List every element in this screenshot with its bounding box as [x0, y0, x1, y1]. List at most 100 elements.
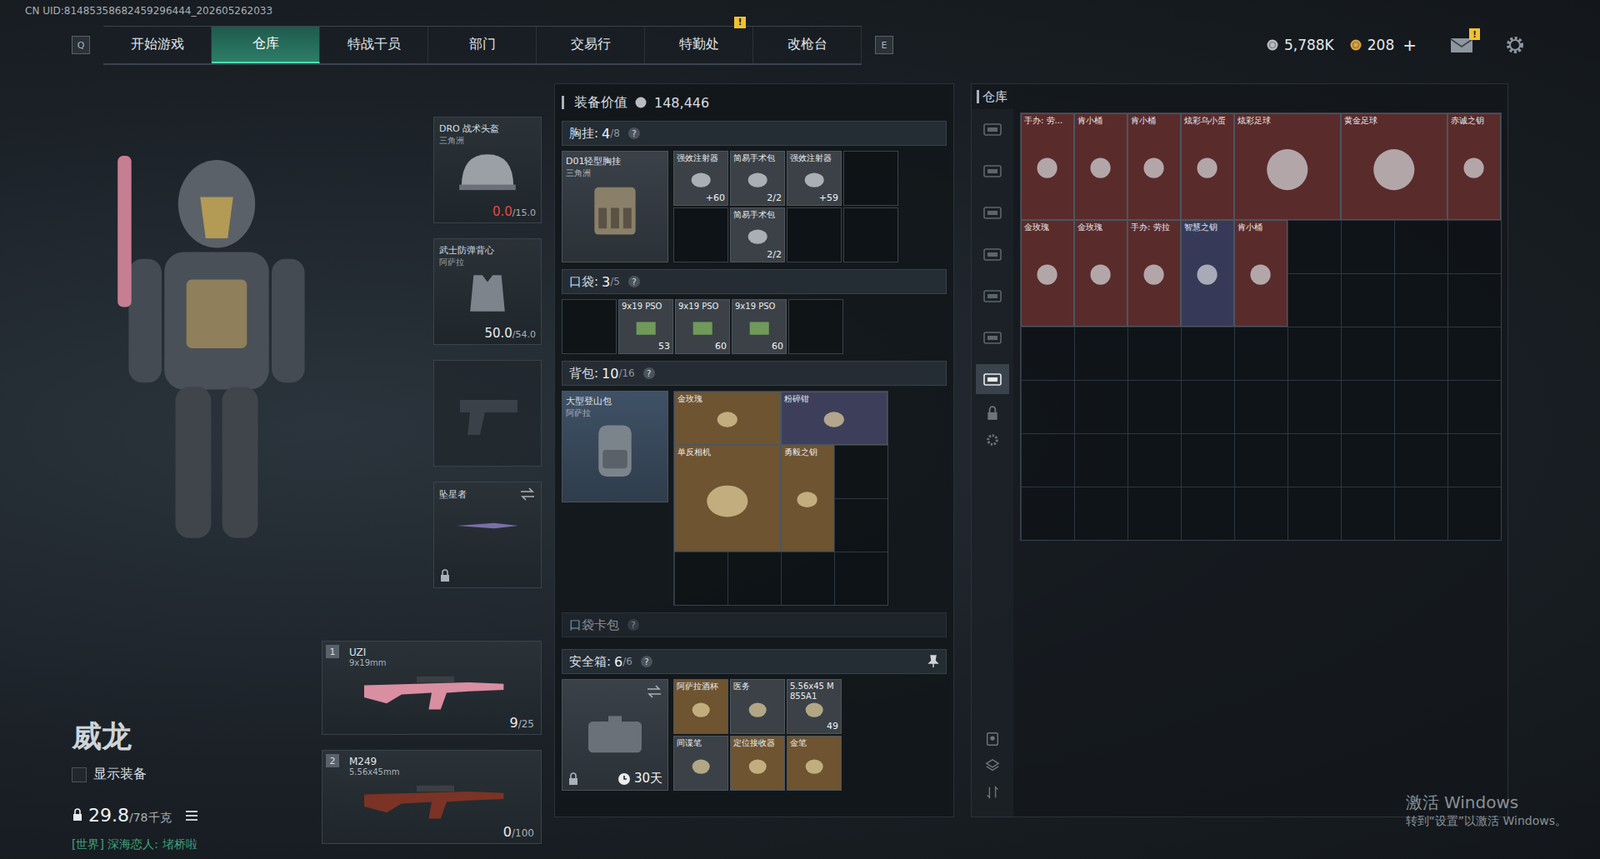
item[interactable]: 9x19 PSO53 [618, 299, 674, 355]
item[interactable]: 金玫瑰 [1020, 220, 1075, 327]
lock-icon[interactable] [985, 405, 1000, 421]
coin-icon [1265, 38, 1280, 52]
item[interactable]: 9x19 PSO60 [675, 299, 730, 355]
armor-slot[interactable]: 武士防弹背心阿萨拉50.0/54.0 [433, 238, 542, 345]
item[interactable]: 简易手术包2/2 [730, 207, 785, 263]
item[interactable]: 智慧之钥 [1180, 220, 1235, 327]
weapon-slot[interactable]: 1UZI9x19mm9/25 [321, 640, 542, 735]
chest-rig[interactable]: D01轻型胸挂三角洲 [561, 150, 669, 263]
swap-icon[interactable] [645, 685, 663, 699]
nav-tab[interactable]: 改枪台 [753, 26, 862, 64]
item[interactable]: 间谍笔 [673, 735, 729, 791]
empty-cell[interactable] [843, 207, 899, 263]
item[interactable]: 9x19 PSO60 [731, 299, 787, 355]
show-gear-checkbox[interactable]: 显示装备 [71, 765, 322, 784]
help-icon[interactable]: ? [643, 367, 655, 380]
helmet-slot[interactable]: DRO 战术头盔三角洲0.0/15.0 [433, 116, 542, 224]
warehouse-tab[interactable] [975, 155, 1010, 186]
operator-figure[interactable] [0, 116, 434, 614]
empty-cell[interactable] [561, 299, 617, 355]
pin-icon[interactable] [927, 655, 940, 669]
equipment-value-label: 装备价值 [574, 94, 628, 112]
empty-cell[interactable] [673, 207, 729, 263]
container-icon[interactable] [985, 731, 1000, 747]
weapon-ammo: 0/100 [503, 824, 535, 840]
sort-icon[interactable] [985, 785, 1000, 800]
nav-tab[interactable]: 特勤处! [645, 26, 754, 64]
empty-cell[interactable] [786, 207, 842, 263]
item[interactable]: 阿萨拉酒杯 [673, 679, 729, 735]
warehouse-title: 仓库 [971, 84, 1508, 110]
item[interactable]: 简易手术包2/2 [730, 150, 785, 206]
helmet-durability: 0.0/15.0 [492, 204, 536, 220]
weapon-slot[interactable]: 2M2495.56x45mm0/100 [321, 750, 542, 845]
add-currency-button[interactable]: + [1402, 35, 1417, 55]
list-icon[interactable] [185, 810, 199, 822]
safe-timer: 30天 [617, 770, 663, 787]
item[interactable]: 勇毅之钥 [780, 445, 835, 552]
help-icon[interactable]: ? [627, 619, 640, 631]
item[interactable]: 肯小桶 [1074, 113, 1128, 220]
pistol-slot[interactable] [433, 360, 542, 467]
armor-durability: 50.0/54.0 [484, 325, 536, 341]
case-icon [581, 704, 649, 766]
nav-tab[interactable]: 开始游戏 [103, 26, 212, 64]
nav-tab[interactable]: 特战干员 [320, 26, 429, 64]
item[interactable]: 肯小桶 [1127, 113, 1181, 220]
nav-tab[interactable]: 仓库 [211, 26, 320, 64]
item[interactable]: 赤诚之钥 [1447, 113, 1501, 220]
item[interactable]: 金笔 [786, 735, 842, 791]
help-icon[interactable]: ? [628, 127, 640, 140]
item-icon [1255, 135, 1320, 199]
item[interactable]: 5.56x45 M855A149 [786, 679, 842, 735]
item[interactable]: 单反相机 [674, 445, 781, 552]
prev-key[interactable]: Q [71, 35, 90, 55]
warehouse-tab[interactable] [975, 322, 1010, 353]
warehouse-tab[interactable] [975, 364, 1010, 395]
next-key[interactable]: E [875, 35, 894, 55]
operator-info: 威龙显示装备29.8/78千克[世界] 深海恋人: 堵桥啦 [0, 613, 322, 859]
backpack-grid: 金玫瑰粉碎钳单反相机勇毅之钥 [673, 390, 889, 606]
item-icon [1362, 135, 1426, 199]
coin-icon [634, 95, 648, 110]
settings-gear-icon[interactable] [1505, 35, 1525, 55]
item[interactable]: 肯小桶 [1234, 220, 1288, 327]
safe-grid: 阿萨拉酒杯医务5.56x45 M855A149 间谍笔定位接收器金笔 [673, 679, 842, 791]
swap-icon[interactable] [519, 487, 536, 501]
help-icon[interactable]: ? [640, 655, 653, 668]
armor-origin: 阿萨拉 [439, 256, 536, 269]
nav-tab[interactable]: 部门 [428, 26, 537, 64]
item[interactable]: 医务 [730, 679, 785, 735]
item[interactable]: 炫彩足球 [1234, 113, 1341, 220]
coin-icon [1349, 38, 1363, 52]
item[interactable]: 黄金足球 [1340, 113, 1448, 220]
item[interactable]: 金玫瑰 [1074, 220, 1128, 327]
warehouse-tab[interactable] [975, 239, 1010, 270]
warehouse-tab[interactable] [975, 280, 1010, 311]
weapon-name: UZI [349, 646, 535, 659]
item-icon [685, 162, 717, 195]
help-icon[interactable]: ? [628, 275, 640, 288]
warehouse-tab[interactable] [975, 114, 1010, 145]
item-icon [1245, 241, 1276, 305]
nav-tab[interactable]: 交易行 [536, 26, 645, 64]
item[interactable]: 定位接收器 [730, 735, 785, 791]
item[interactable]: 金玫瑰 [674, 391, 781, 445]
empty-cell[interactable] [788, 299, 844, 355]
item[interactable]: 强效注射器+60 [673, 150, 729, 206]
layers-icon[interactable] [985, 758, 1000, 774]
item[interactable]: 手办: 劳... [1020, 113, 1075, 220]
item[interactable]: 粉碎钳 [780, 391, 888, 445]
item-icon [741, 747, 774, 780]
item[interactable]: 强效注射器+59 [786, 150, 842, 206]
warehouse-panel: 仓库手办: 劳...肯小桶肯小桶炫彩乌小蛋炫彩足球黄金足球赤诚之钥金玫瑰金玫瑰手… [970, 83, 1509, 818]
settings-gear-icon[interactable] [985, 432, 1000, 448]
backpack[interactable]: 大型登山包阿萨拉 [561, 390, 669, 503]
empty-cell[interactable] [843, 150, 899, 206]
item[interactable]: 手办: 劳拉 [1127, 220, 1181, 327]
melee-slot[interactable]: 坠星者 [433, 481, 542, 589]
safe-box[interactable]: 30天 [561, 679, 669, 791]
warehouse-tab[interactable] [975, 197, 1010, 228]
mail-button[interactable]: ! [1450, 36, 1474, 54]
item[interactable]: 炫彩乌小蛋 [1180, 113, 1235, 220]
